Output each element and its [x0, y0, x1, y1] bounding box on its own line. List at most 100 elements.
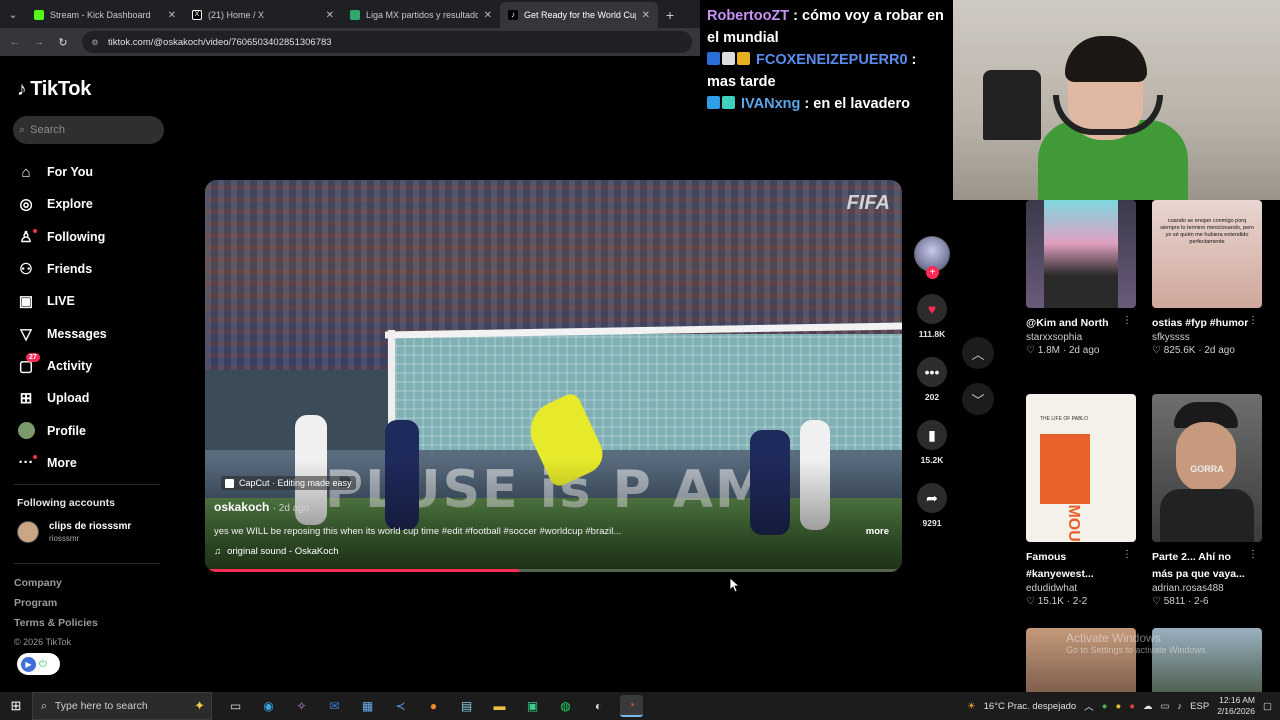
creator-avatar[interactable]: +	[914, 236, 950, 279]
tray-overflow-icon[interactable]: ︿	[1084, 699, 1094, 713]
language-indicator[interactable]: ESP	[1190, 701, 1209, 712]
tiktok-logo[interactable]: ♪ TikTok	[17, 78, 91, 101]
video-author[interactable]: adrian.rosas488	[1152, 583, 1264, 594]
tab-close-icon[interactable]: ✕	[168, 10, 176, 21]
share-action[interactable]: ➦ 9291	[917, 483, 947, 528]
footer-link-company[interactable]: Company	[14, 577, 98, 597]
pycharm-icon[interactable]: ▣	[521, 695, 544, 717]
task-view-icon[interactable]: ▭	[224, 695, 247, 717]
video-card[interactable]: THE LIFE OF PABLO FAMOUS Famous #kanyewe…	[1026, 394, 1138, 607]
address-bar[interactable]: ⚙ tiktok.com/@oskakoch/video/76065034028…	[82, 31, 692, 53]
tab-search-icon[interactable]: ⌄	[0, 0, 26, 28]
capcut-tag[interactable]: CapCut · Editing made easy	[221, 476, 356, 490]
tray-app-icon[interactable]: ●	[1102, 701, 1108, 712]
taskbar-search[interactable]: ⌕ Type here to search ✦	[32, 692, 212, 720]
video-thumbnail[interactable]: GORRA	[1152, 394, 1262, 542]
bookmark-icon[interactable]: ▮	[917, 420, 947, 450]
reload-icon[interactable]: ↻	[54, 33, 72, 51]
next-video-button[interactable]: ﹀	[962, 383, 994, 415]
weather-text[interactable]: 16°C Prac. despejado	[984, 701, 1077, 712]
vscode-icon[interactable]: ≺	[389, 695, 412, 717]
sidebar-item-activity[interactable]: ▢ 27 Activity	[17, 350, 107, 382]
video-title[interactable]: @Kim and North	[1026, 315, 1126, 332]
back-arrow-icon[interactable]: ←	[6, 33, 24, 51]
notifications-icon[interactable]: ▢	[1263, 701, 1272, 712]
extension-widget[interactable]: ▶ ⏻	[17, 653, 60, 675]
firefox-icon[interactable]: ●	[422, 695, 445, 717]
video-author[interactable]: sfkyssss	[1152, 332, 1264, 343]
obs-icon[interactable]: ◐	[587, 695, 610, 717]
start-button[interactable]: ⊞	[0, 692, 32, 720]
tray-app-icon[interactable]: ●	[1115, 701, 1121, 712]
store-icon[interactable]: ▦	[356, 695, 379, 717]
more-options-icon[interactable]: ⋮	[1122, 315, 1132, 326]
video-author[interactable]: oskakoch · 2d ago	[214, 500, 309, 514]
video-player[interactable]: PLUSE is P AM FIFA CapCut · Editing made…	[205, 180, 902, 572]
sound-link[interactable]: ♫ original sound - OskaKoch	[214, 546, 339, 557]
footer-link-terms[interactable]: Terms & Policies	[14, 617, 98, 637]
author-name[interactable]: oskakoch	[214, 500, 269, 514]
clock[interactable]: 12:16 AM 2/16/2026	[1217, 695, 1255, 717]
save-action[interactable]: ▮ 15.2K	[917, 420, 947, 465]
tab-x-home[interactable]: X (21) Home / X ✕	[184, 2, 342, 28]
notepad-icon[interactable]: ▤	[455, 695, 478, 717]
video-thumbnail[interactable]	[1026, 200, 1136, 308]
video-title[interactable]: Famous #kanyewest...	[1026, 549, 1126, 583]
edge-icon[interactable]: ◉	[257, 695, 280, 717]
tab-kick-dashboard[interactable]: Stream - Kick Dashboard ✕	[26, 2, 184, 28]
weather-icon[interactable]: ☀	[967, 701, 976, 712]
site-info-icon[interactable]: ⚙	[90, 37, 100, 47]
follow-plus-icon[interactable]: +	[926, 266, 939, 279]
sidebar-item-profile[interactable]: Profile	[17, 414, 107, 446]
tab-liga-mx[interactable]: Liga MX partidos y resultados ✕	[342, 2, 500, 28]
search-highlight-icon[interactable]: ✦	[194, 698, 205, 714]
comment-action[interactable]: ••• 202	[917, 357, 947, 402]
video-card[interactable]: GORRA Parte 2... Ahí no más pa que vaya.…	[1152, 394, 1264, 607]
sidebar-item-upload[interactable]: ⊞ Upload	[17, 382, 107, 414]
sidebar-item-for-you[interactable]: ⌂ For You	[17, 156, 107, 188]
caption-more-button[interactable]: more	[866, 526, 889, 537]
video-author[interactable]: starxxsophia	[1026, 332, 1138, 343]
tray-app-icon[interactable]: ●	[1129, 701, 1135, 712]
sidebar-item-explore[interactable]: ◎ Explore	[17, 188, 107, 220]
sidebar-item-friends[interactable]: ⚇ Friends	[17, 253, 107, 285]
video-title[interactable]: ostias #fyp #humor	[1152, 315, 1252, 332]
video-card[interactable]: @Kim and North ⋮ starxxsophia ♡ 1.8M · 2…	[1026, 200, 1138, 356]
network-icon[interactable]: ▭	[1160, 701, 1169, 712]
volume-icon[interactable]: ♪	[1177, 701, 1182, 712]
heart-icon[interactable]: ♥	[917, 294, 947, 324]
sidebar-item-following[interactable]: ♙ Following	[17, 221, 107, 253]
share-icon[interactable]: ➦	[917, 483, 947, 513]
tab-close-icon[interactable]: ✕	[642, 10, 650, 21]
more-options-icon[interactable]: ⋮	[1248, 315, 1258, 326]
extension-icon: ▶	[21, 656, 36, 672]
copilot-icon[interactable]: ✧	[290, 695, 313, 717]
footer-link-program[interactable]: Program	[14, 597, 98, 617]
video-author[interactable]: edudidwhat	[1026, 583, 1138, 594]
tab-close-icon[interactable]: ✕	[326, 10, 334, 21]
following-account-item[interactable]: clips de riosssmr riosssmr	[17, 521, 131, 543]
file-explorer-icon[interactable]: ▬	[488, 695, 511, 717]
more-options-icon[interactable]: ⋮	[1248, 549, 1258, 560]
comment-icon[interactable]: •••	[917, 357, 947, 387]
video-thumbnail[interactable]: cuando se enojan conmigo porq siempre lo…	[1152, 200, 1262, 308]
outlook-icon[interactable]: ✉	[323, 695, 346, 717]
previous-video-button[interactable]: ︿	[962, 337, 994, 369]
video-title[interactable]: Parte 2... Ahí no más pa que vaya...	[1152, 549, 1252, 583]
sidebar-item-more[interactable]: ··· More	[17, 447, 107, 479]
search-input[interactable]: ⌕ Search	[13, 116, 164, 144]
sidebar-item-live[interactable]: ▣ LIVE	[17, 285, 107, 317]
tab-tiktok-video[interactable]: ♪ Get Ready for the World Cup w ✕	[500, 2, 658, 28]
tab-close-icon[interactable]: ✕	[484, 10, 492, 21]
cloud-icon[interactable]: ☁	[1143, 701, 1153, 712]
like-action[interactable]: ♥ 111.8K	[917, 294, 947, 339]
spotify-icon[interactable]: ◍	[554, 695, 577, 717]
video-thumbnail[interactable]: THE LIFE OF PABLO FAMOUS	[1026, 394, 1136, 542]
forward-arrow-icon[interactable]: →	[30, 33, 48, 51]
sidebar-item-messages[interactable]: ▽ Messages	[17, 317, 107, 349]
chrome-icon[interactable]: ◔	[620, 695, 643, 717]
video-card[interactable]: cuando se enojan conmigo porq siempre lo…	[1152, 200, 1264, 356]
more-options-icon[interactable]: ⋮	[1122, 549, 1132, 560]
new-tab-button[interactable]: +	[658, 2, 682, 28]
video-progress-bar[interactable]	[205, 569, 902, 572]
